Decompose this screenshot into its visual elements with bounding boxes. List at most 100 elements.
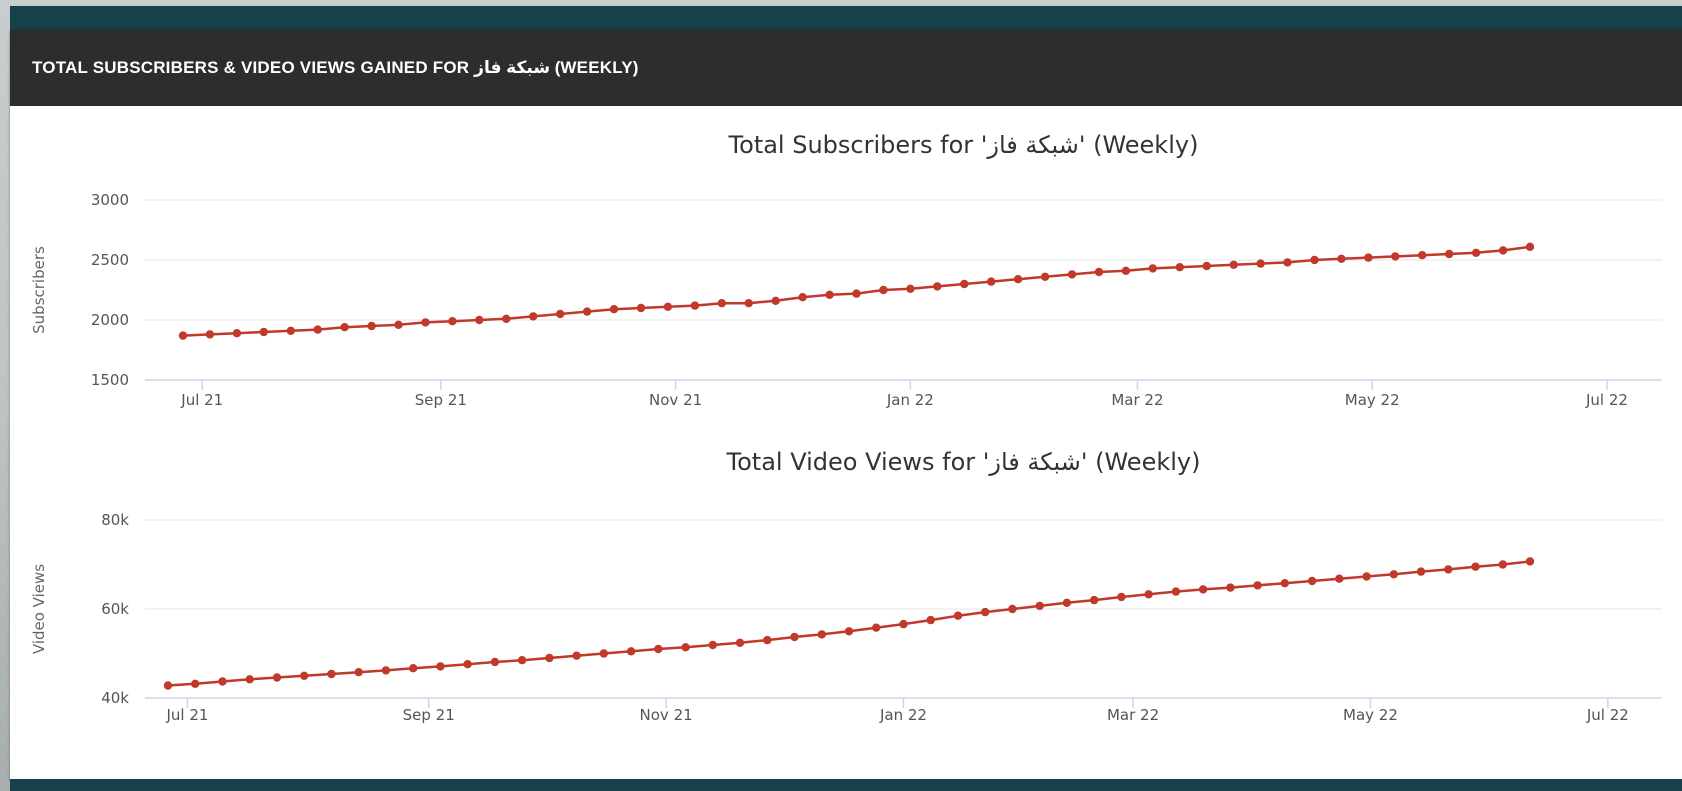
data-point <box>245 675 254 684</box>
data-point <box>272 673 282 682</box>
data-point <box>367 321 376 331</box>
x-tick-label: Mar 22 <box>1107 706 1159 724</box>
data-point <box>1471 248 1481 257</box>
data-point <box>817 630 826 639</box>
y-tick-label: 1500 <box>91 371 129 389</box>
data-point <box>502 314 511 323</box>
data-point <box>1391 252 1400 261</box>
data-point <box>1525 557 1535 566</box>
data-point <box>1280 579 1290 588</box>
data-point <box>654 644 663 654</box>
data-point <box>178 331 188 340</box>
data-point <box>987 277 996 286</box>
data-point <box>906 284 915 293</box>
data-point <box>1148 264 1158 273</box>
data-point <box>381 666 391 675</box>
data-point <box>852 289 861 298</box>
x-tick-label: Sep 21 <box>403 706 455 724</box>
data-point <box>313 325 322 334</box>
data-point <box>1498 246 1508 255</box>
data-point <box>205 330 215 339</box>
data-point <box>463 660 472 669</box>
data-point <box>1067 270 1077 279</box>
data-point <box>1253 581 1262 590</box>
data-point <box>163 681 173 690</box>
data-point <box>436 662 445 671</box>
x-tick-label: Jan 22 <box>886 391 934 409</box>
data-point <box>1229 260 1238 269</box>
data-point <box>259 327 268 337</box>
x-tick-label: Jul 21 <box>165 706 208 724</box>
data-point <box>1362 572 1371 581</box>
y-tick-label: 2500 <box>91 251 129 269</box>
data-point <box>1307 576 1317 586</box>
data-point <box>960 279 969 289</box>
data-point <box>475 315 484 325</box>
data-point <box>582 307 592 316</box>
data-point <box>1062 598 1072 607</box>
data-point <box>1471 562 1480 571</box>
data-point <box>763 635 772 645</box>
data-point <box>1013 275 1023 284</box>
chart-title: Total Video Views for 'شبكة فاز' (Weekly… <box>726 448 1201 476</box>
data-point <box>1445 249 1454 259</box>
data-point <box>771 296 780 305</box>
data-point <box>1040 272 1050 281</box>
data-point <box>790 632 799 642</box>
data-point <box>681 643 690 652</box>
x-tick-label: Mar 22 <box>1111 391 1163 409</box>
data-point <box>1144 590 1153 599</box>
data-point <box>879 285 888 295</box>
data-point <box>636 303 646 313</box>
data-point <box>232 329 242 338</box>
series-line <box>167 560 1531 687</box>
chart-1: Total Subscribers for 'شبكة فاز' (Weekly… <box>30 131 1662 409</box>
y-tick-label: 2000 <box>91 311 129 329</box>
data-point <box>609 305 619 314</box>
x-tick-label: Jul 22 <box>1586 706 1629 724</box>
data-point <box>1498 560 1508 569</box>
data-point <box>1444 565 1453 574</box>
data-point <box>626 647 636 656</box>
data-point <box>448 317 457 326</box>
y-tick-label: 3000 <box>91 191 129 209</box>
data-point <box>1035 601 1044 611</box>
data-point <box>1416 567 1426 576</box>
y-tick-label: 60k <box>101 600 129 618</box>
data-point <box>933 282 942 291</box>
data-point <box>981 607 990 617</box>
y-tick-label: 40k <box>101 689 129 707</box>
x-tick-label: Nov 21 <box>649 391 702 409</box>
y-tick-label: 80k <box>101 511 129 529</box>
data-point <box>825 290 834 299</box>
data-point <box>1175 263 1185 272</box>
data-point <box>1389 570 1399 579</box>
data-point <box>899 619 908 629</box>
data-point <box>744 299 753 308</box>
data-point <box>1090 595 1099 605</box>
data-point <box>1202 261 1211 271</box>
data-point <box>599 649 608 658</box>
data-point <box>1094 267 1104 277</box>
data-point <box>1121 266 1131 275</box>
data-point <box>926 615 935 625</box>
x-tick-label: May 22 <box>1343 706 1398 724</box>
x-tick-label: Jul 21 <box>180 391 223 409</box>
data-point <box>844 627 854 636</box>
y-axis-title: Subscribers <box>30 246 48 334</box>
data-point <box>1364 253 1373 262</box>
data-point <box>953 611 963 620</box>
data-point <box>717 299 726 308</box>
data-point <box>394 320 403 329</box>
x-tick-label: Jul 22 <box>1585 391 1628 409</box>
data-point <box>572 651 581 660</box>
data-point <box>663 302 673 311</box>
data-point <box>1337 254 1346 263</box>
data-point <box>798 293 807 302</box>
data-point <box>1198 585 1208 594</box>
data-point <box>490 657 500 667</box>
data-point <box>529 312 538 321</box>
data-point <box>1226 583 1235 592</box>
data-point <box>1283 258 1292 267</box>
data-point <box>1008 604 1017 614</box>
